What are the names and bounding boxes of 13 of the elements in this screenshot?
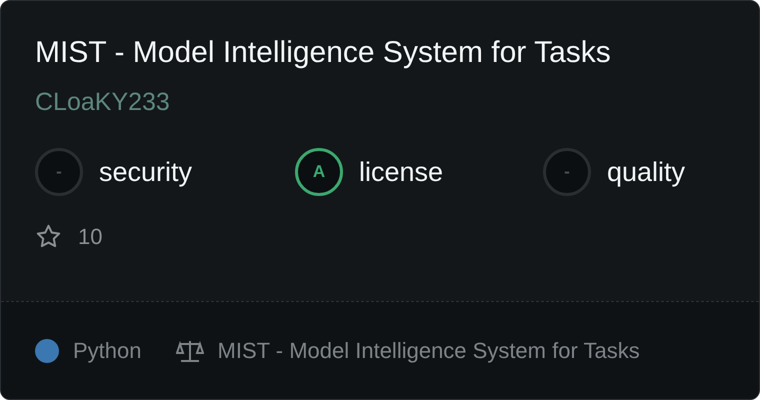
score-label: license bbox=[359, 156, 444, 189]
grade-badge: - bbox=[35, 148, 83, 196]
star-icon bbox=[35, 223, 62, 250]
score-label: quality bbox=[607, 156, 686, 189]
license-name: MIST - Model Intelligence System for Tasks bbox=[218, 337, 640, 365]
grade-badge: - bbox=[543, 148, 591, 196]
score-label: security bbox=[99, 156, 192, 189]
repo-title[interactable]: MIST - Model Intelligence System for Tasks bbox=[35, 34, 725, 72]
scale-icon bbox=[176, 338, 204, 362]
star-count: 10 bbox=[78, 223, 102, 251]
language-label: Python bbox=[73, 337, 142, 365]
grade-badge: A bbox=[295, 148, 343, 196]
repo-owner[interactable]: CLoaKY233 bbox=[35, 86, 725, 118]
